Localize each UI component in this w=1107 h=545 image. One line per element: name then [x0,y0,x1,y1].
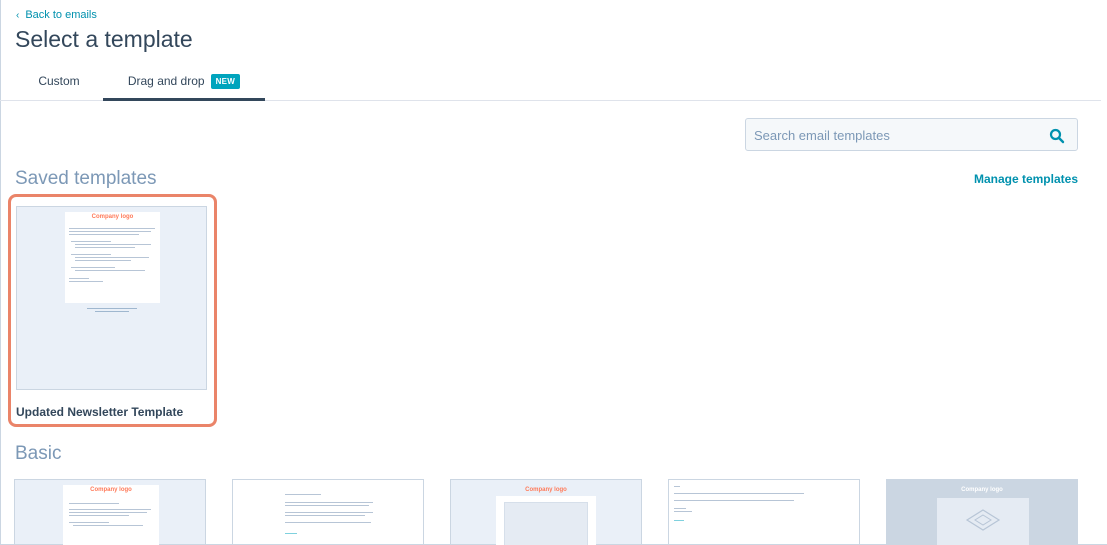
email-preview [496,496,596,545]
basic-templates-heading: Basic [15,443,62,464]
search-box [745,118,1078,151]
email-preview: Company logo [65,212,160,303]
company-logo: Company logo [90,487,132,493]
template-name: Updated Newsletter Template [16,405,184,419]
company-logo: Company logo [525,487,567,493]
basic-template-thumbnail[interactable] [668,479,860,545]
search-input[interactable] [754,125,1044,145]
search-icon[interactable] [1049,128,1065,144]
basic-template-thumbnail[interactable]: Company logo [14,479,206,545]
saved-template-card[interactable]: Company logo Updated Newsletter Template [8,194,217,427]
tab-drag-and-drop[interactable]: Drag and drop NEW [103,68,265,101]
tab-custom-label: Custom [38,74,80,88]
page-title: Select a template [15,26,193,52]
email-preview: Company logo [63,485,159,545]
image-placeholder-icon [965,509,1001,531]
back-link-label: Back to emails [25,9,97,21]
template-tabs: Custom Drag and drop NEW [0,68,1101,101]
company-logo: Company logo [961,487,1003,493]
new-badge: NEW [210,74,241,89]
tab-drag-and-drop-label: Drag and drop [127,74,205,88]
chevron-left-icon: ‹ [16,9,20,21]
saved-templates-heading: Saved templates [15,168,157,189]
manage-templates-link[interactable]: Manage templates [974,172,1078,186]
basic-template-thumbnail[interactable]: Company logo [450,479,642,545]
basic-template-thumbnail[interactable]: Company logo [886,479,1078,545]
template-thumbnail: Company logo [16,206,207,390]
image-placeholder [504,502,588,545]
tab-custom[interactable]: Custom [15,68,103,101]
email-preview [937,498,1029,545]
back-to-emails-link[interactable]: ‹ Back to emails [16,9,97,21]
basic-template-thumbnail[interactable] [232,479,424,545]
company-logo: Company logo [91,214,134,220]
